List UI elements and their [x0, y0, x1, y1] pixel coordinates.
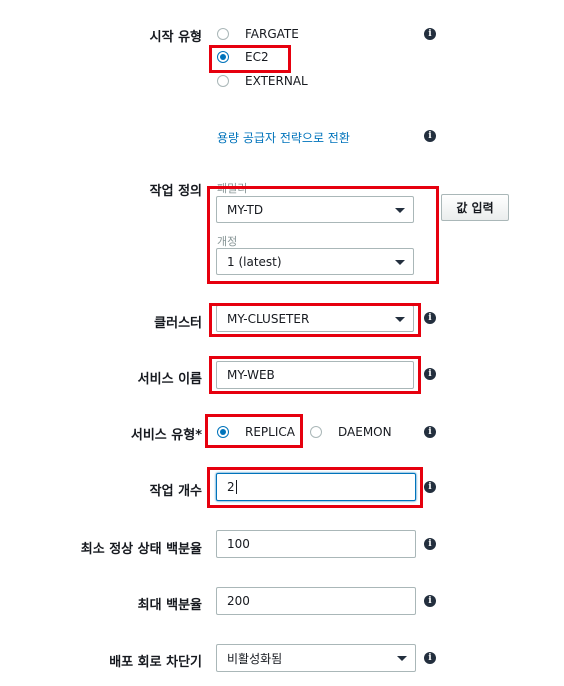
cluster-label: 클러스터: [154, 316, 202, 331]
info-icon[interactable]: i: [424, 28, 436, 40]
max-percent-value: 200: [227, 594, 250, 608]
service-name-label: 서비스 이름: [137, 372, 202, 387]
min-healthy-percent-label: 최소 정상 상태 백분율: [80, 542, 202, 557]
info-icon[interactable]: i: [424, 368, 436, 380]
cluster-highlight: [209, 303, 421, 337]
launch-type-external-radio[interactable]: [217, 75, 229, 87]
capacity-provider-switch-link[interactable]: 용량 공급자 전략으로 전환: [217, 129, 350, 146]
service-type-label: 서비스 유형*: [130, 428, 202, 443]
launch-type-label: 시작 유형: [149, 30, 202, 45]
info-icon[interactable]: i: [424, 481, 436, 493]
info-icon[interactable]: i: [424, 538, 436, 550]
task-definition-highlight: [207, 186, 439, 284]
info-icon[interactable]: i: [424, 130, 436, 142]
circuit-breaker-label: 배포 회로 차단기: [109, 655, 202, 670]
service-type-replica-highlight: [205, 414, 303, 448]
info-icon[interactable]: i: [424, 426, 436, 438]
service-type-daemon-text: DAEMON: [338, 425, 392, 439]
task-definition-label: 작업 정의: [149, 184, 202, 199]
info-icon[interactable]: i: [424, 652, 436, 664]
task-count-label: 작업 개수: [149, 484, 202, 499]
info-icon[interactable]: i: [424, 312, 436, 324]
service-type-daemon-radio[interactable]: [310, 426, 322, 438]
info-icon[interactable]: i: [424, 595, 436, 607]
service-name-highlight: [209, 356, 421, 394]
launch-type-fargate-text: FARGATE: [245, 27, 299, 41]
launch-type-fargate-radio[interactable]: [217, 28, 229, 40]
circuit-breaker-select[interactable]: 비활성화됨: [216, 644, 416, 672]
launch-type-ec2-highlight: [209, 45, 291, 73]
launch-type-external-text: EXTERNAL: [245, 74, 308, 88]
circuit-breaker-value: 비활성화됨: [227, 651, 283, 666]
min-healthy-percent-value: 100: [227, 537, 250, 551]
max-percent-label: 최대 백분율: [137, 598, 202, 613]
min-healthy-percent-input[interactable]: 100: [216, 530, 416, 558]
task-count-highlight: [207, 467, 423, 508]
max-percent-input[interactable]: 200: [216, 587, 416, 615]
enter-value-button[interactable]: 값 입력: [441, 194, 509, 221]
